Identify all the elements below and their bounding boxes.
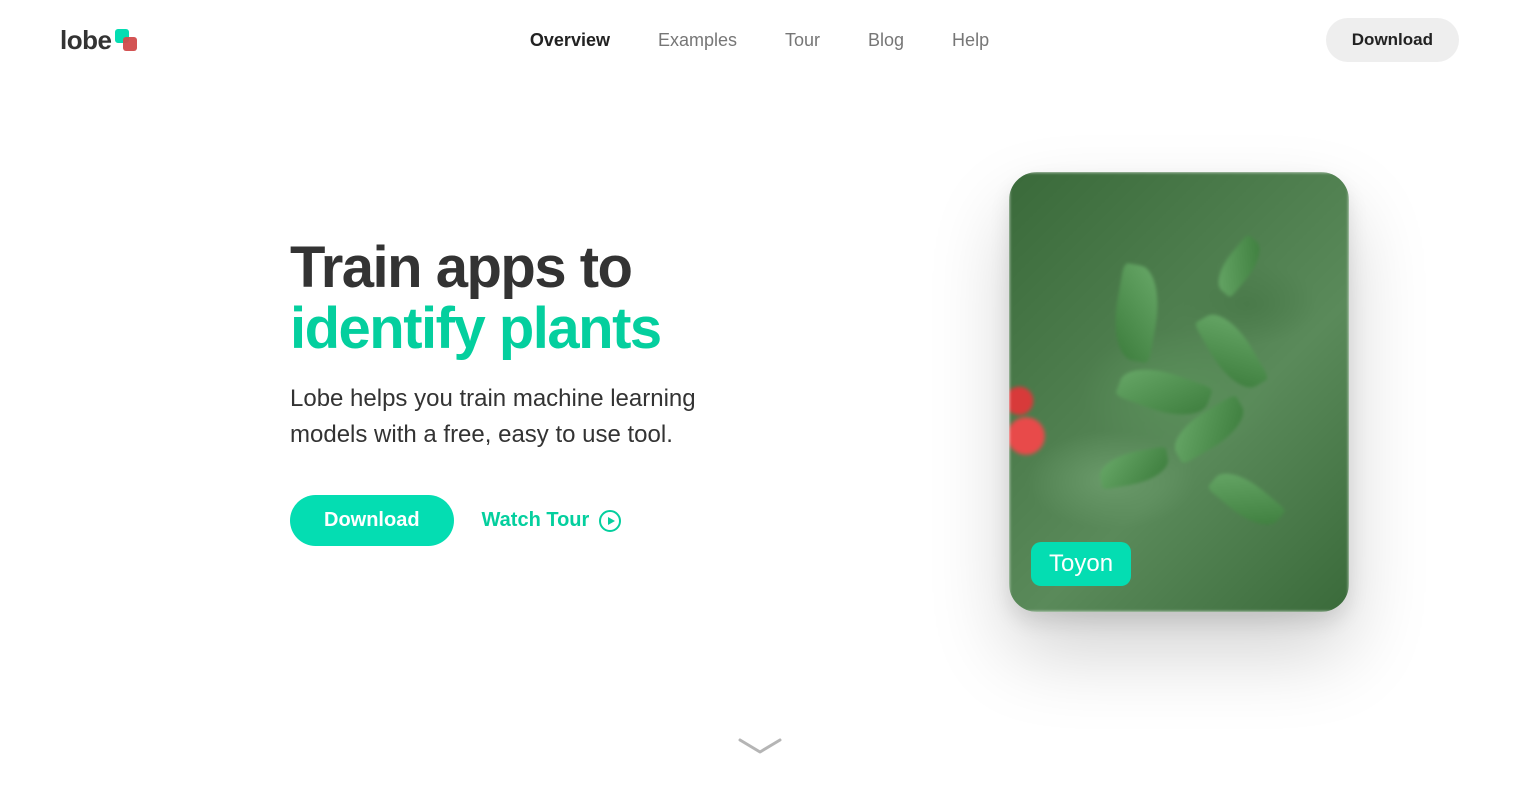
download-button-hero[interactable]: Download bbox=[290, 495, 454, 546]
hero-actions: Download Watch Tour bbox=[290, 495, 750, 546]
nav-examples[interactable]: Examples bbox=[658, 30, 737, 51]
hero-title: Train apps to identify plants bbox=[290, 238, 750, 360]
hero-image-card: Toyon bbox=[1009, 172, 1349, 612]
watch-tour-link[interactable]: Watch Tour bbox=[482, 509, 622, 532]
nav-blog[interactable]: Blog bbox=[868, 30, 904, 51]
scroll-down-icon[interactable] bbox=[738, 738, 782, 761]
nav-overview[interactable]: Overview bbox=[530, 30, 610, 51]
site-header: lobe Overview Examples Tour Blog Help Do… bbox=[0, 0, 1519, 62]
download-button-header[interactable]: Download bbox=[1326, 18, 1459, 62]
nav-help[interactable]: Help bbox=[952, 30, 989, 51]
watch-tour-label: Watch Tour bbox=[482, 509, 590, 532]
play-icon bbox=[599, 510, 621, 532]
hero-title-line1: Train apps to bbox=[290, 235, 631, 300]
hero-section: Train apps to identify plants Lobe helps… bbox=[0, 62, 1519, 612]
nav-tour[interactable]: Tour bbox=[785, 30, 820, 51]
hero-copy: Train apps to identify plants Lobe helps… bbox=[290, 238, 750, 547]
hero-subtitle: Lobe helps you train machine learning mo… bbox=[290, 381, 750, 453]
prediction-tag: Toyon bbox=[1031, 542, 1131, 586]
brand-name: lobe bbox=[60, 25, 111, 56]
brand-logo[interactable]: lobe bbox=[60, 25, 137, 56]
main-nav: Overview Examples Tour Blog Help bbox=[530, 30, 989, 51]
brand-mark-icon bbox=[115, 29, 137, 51]
hero-title-line2: identify plants bbox=[290, 299, 750, 360]
